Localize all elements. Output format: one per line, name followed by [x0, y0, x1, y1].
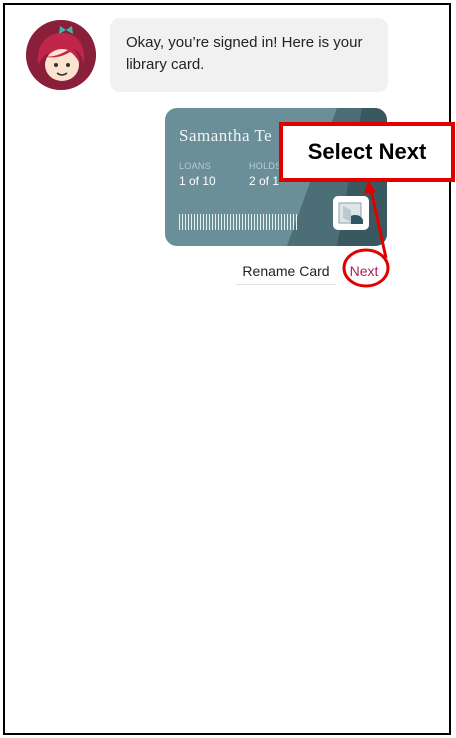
card-holder-name: Samantha Te [179, 126, 273, 145]
chat-message: Okay, you’re signed in! Here is your lib… [110, 18, 388, 92]
next-button[interactable]: Next [342, 257, 386, 285]
select-next-callout: Select Next [279, 122, 455, 182]
loans-label: LOANS [179, 161, 212, 171]
loans-value: 1 of 10 [179, 174, 216, 188]
holds-label: HOLDS [249, 161, 282, 171]
avatar-icon [26, 20, 96, 90]
holds-value: 2 of 1 [249, 174, 280, 188]
card-library-icon [333, 196, 369, 230]
assistant-avatar [26, 20, 96, 90]
card-barcode [179, 214, 297, 230]
rename-card-button[interactable]: Rename Card [236, 257, 336, 285]
